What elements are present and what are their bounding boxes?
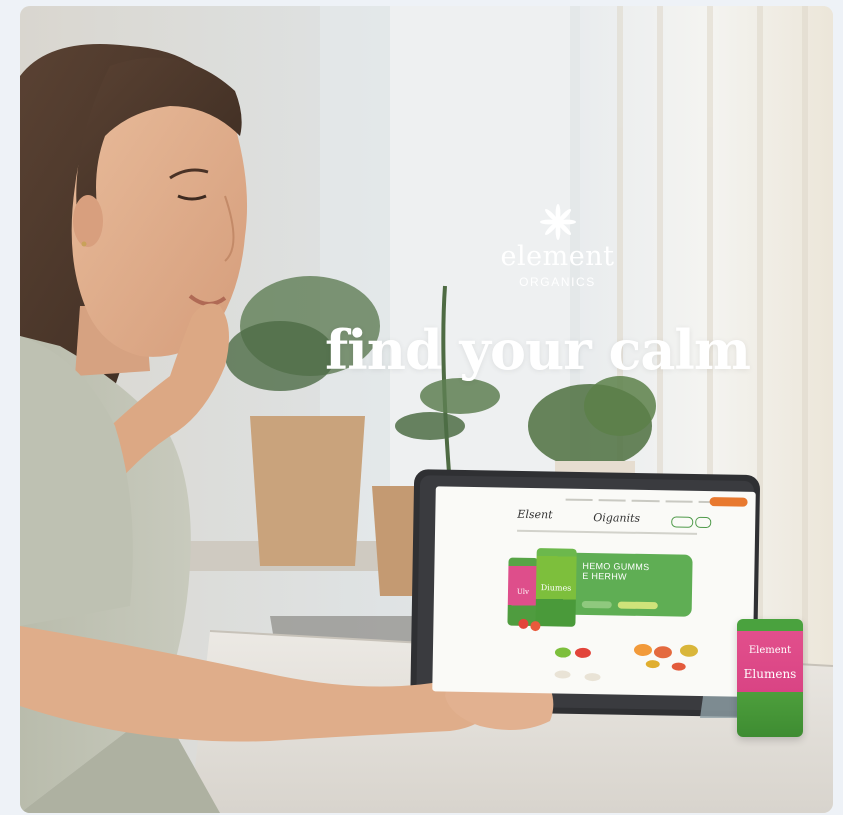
tablet-pill-1 <box>671 516 694 528</box>
tablet-pack-back-label: Ulv <box>516 587 530 596</box>
brand-lockup: element ORGANICS <box>490 204 625 290</box>
tablet-pill-2 <box>695 516 712 529</box>
tablet-gummies <box>518 618 698 682</box>
brand-name: element <box>500 241 615 272</box>
tablet-screen: Elsent Oiganits HEMO GUMMS E HERHW Ulv D… <box>432 486 756 697</box>
tablet-subline <box>517 529 698 535</box>
tablet-pack-front: Diumes <box>535 548 577 627</box>
product-bag-name: Elumens <box>743 667 797 681</box>
tablet-banner-text: HEMO GUMMS E HERHW <box>582 560 650 582</box>
tablet-pack-front-label: Diumes <box>540 583 572 593</box>
flower-logo-icon <box>539 204 576 240</box>
hero-image-frame: element ORGANICS find your calm Elsent O… <box>20 6 833 813</box>
tablet-logo-left: Elsent <box>517 507 553 522</box>
headline: find your calm <box>325 318 751 382</box>
tablet-logo-right: Oiganits <box>593 511 641 525</box>
tablet-banner-button-1 <box>581 600 612 609</box>
brand-subname: ORGANICS <box>519 275 596 289</box>
tablet-nav <box>565 497 726 506</box>
tablet-cta-button <box>709 497 748 507</box>
tablet-device: Elsent Oiganits HEMO GUMMS E HERHW Ulv D… <box>414 476 756 712</box>
product-bag: Element Elumens <box>737 619 803 737</box>
product-bag-logo: Element <box>748 645 792 656</box>
tablet-banner-button-2 <box>617 601 658 610</box>
tablet-pack-back: Ulv <box>507 557 539 627</box>
